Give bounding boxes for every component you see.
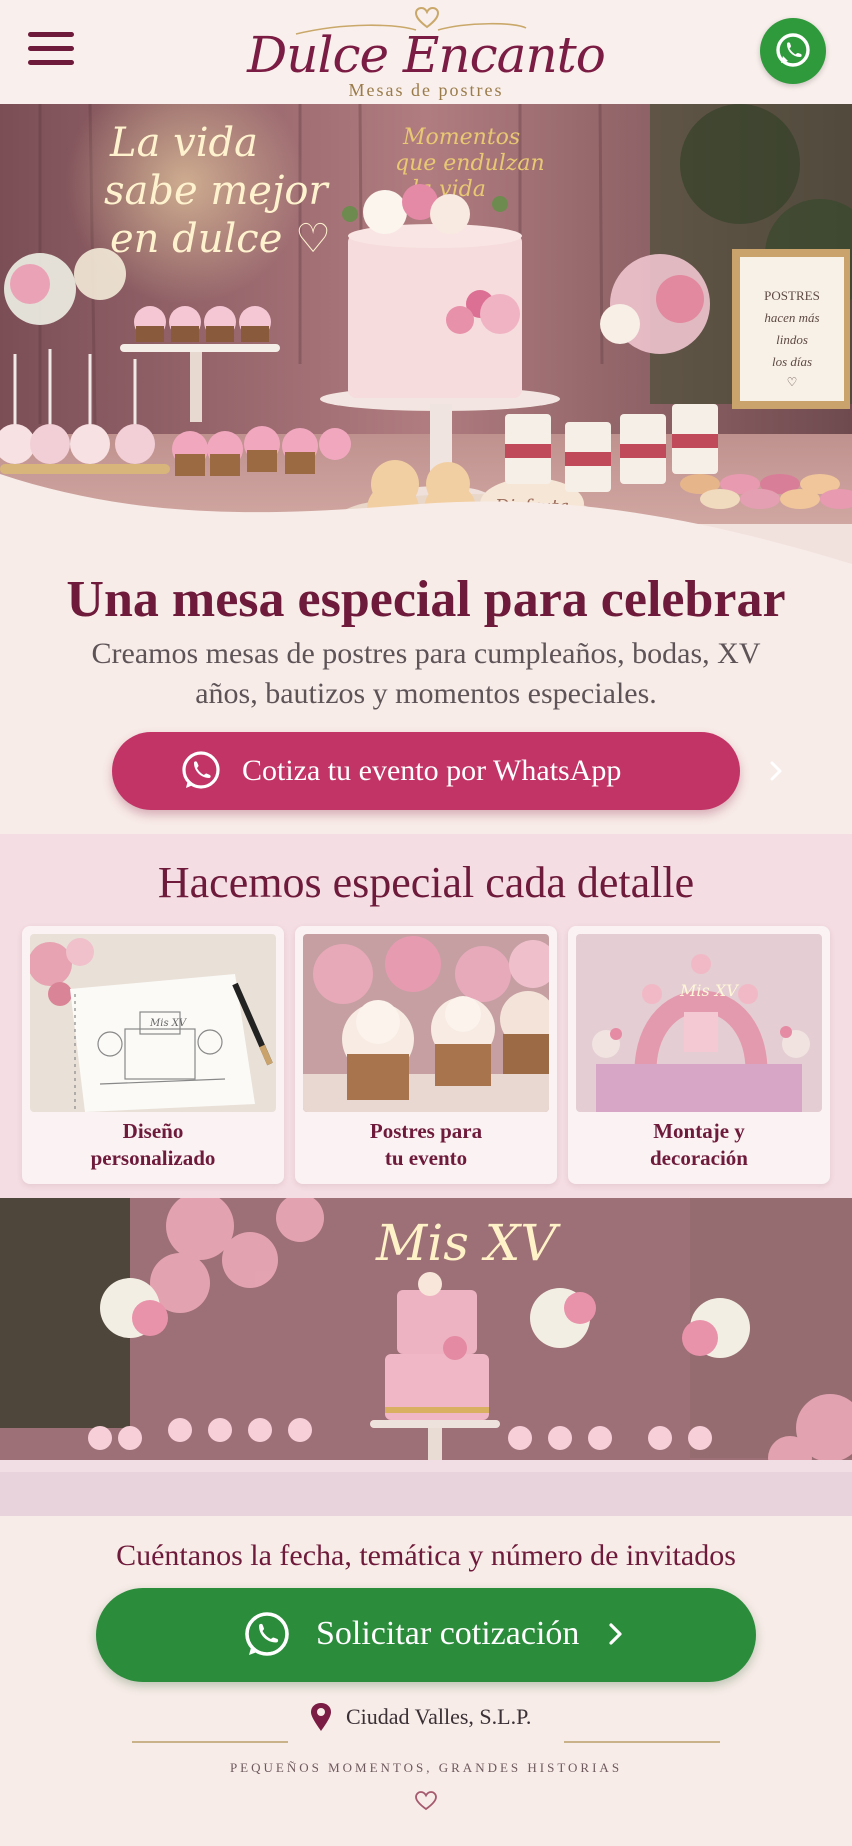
- whatsapp-icon: [245, 1612, 289, 1656]
- feature-card-label-line-2: personalizado: [90, 1146, 216, 1170]
- feature-card-label-line-1: Diseño: [122, 1119, 184, 1143]
- sketch-text: Mis XV: [149, 1018, 188, 1029]
- setup-neon-text: Mis XV: [679, 981, 739, 1000]
- feature-card-design[interactable]: Mis XV Diseño personalizado: [22, 926, 284, 1184]
- features-title: Hacemos especial cada detalle: [157, 858, 695, 907]
- hero-illustration: La vida sabe mejor en dulce ♡ Momentos q…: [0, 104, 852, 566]
- brand-logo[interactable]: Dulce Encanto Mesas de postres: [226, 4, 626, 100]
- feature-card-setup[interactable]: Mis XV Montaje y decoración: [568, 926, 830, 1184]
- event-setup-image: Mis XV: [576, 934, 822, 1112]
- chevron-right-icon: [770, 761, 782, 781]
- frame-line-3: lindos: [776, 332, 808, 347]
- divider-right: [564, 1741, 720, 1743]
- hero-neon-line-2: sabe mejor: [104, 168, 330, 214]
- location-label: Ciudad Valles, S.L.P.: [346, 1704, 532, 1729]
- gallery-neon-text: Mis XV: [375, 1214, 561, 1272]
- feature-card-label-line-1: Montaje y: [653, 1119, 745, 1143]
- whatsapp-quote-label: Cotiza tu evento por WhatsApp: [242, 754, 622, 787]
- divider-left: [132, 1741, 288, 1743]
- feature-card-desserts[interactable]: Postres para tu evento: [295, 926, 557, 1184]
- brand-tagline: Mesas de postres: [348, 80, 504, 100]
- frame-line-1: POSTRES: [764, 288, 820, 303]
- frame-line-2: hacen más: [764, 310, 819, 325]
- footer-tagline: PEQUEÑOS MOMENTOS, GRANDES HISTORIAS: [229, 1760, 623, 1775]
- design-sketch-image: Mis XV: [30, 934, 276, 1112]
- whatsapp-header-button[interactable]: [760, 18, 826, 84]
- map-pin-icon: [311, 1703, 331, 1731]
- feature-card-label: Montaje y decoración: [574, 1118, 824, 1172]
- feature-card-label: Postres para tu evento: [301, 1118, 551, 1172]
- hero-dessert-table-image: La vida sabe mejor en dulce ♡ Momentos q…: [0, 104, 852, 566]
- brand-name: Dulce Encanto: [247, 26, 606, 84]
- feature-card-label: Diseño personalizado: [28, 1118, 278, 1172]
- frame-line-5: ♡: [787, 375, 798, 389]
- hero-topper-line-2: que endulzan: [395, 151, 545, 176]
- whatsapp-icon: [182, 751, 220, 789]
- feature-card-label-line-1: Postres para: [369, 1119, 483, 1143]
- contact-prompt: Cuéntanos la fecha, temática y número de…: [116, 1539, 736, 1572]
- frame-line-4: los días: [772, 354, 812, 369]
- request-quote-button[interactable]: Solicitar cotización: [96, 1588, 756, 1682]
- feature-card-label-line-2: tu evento: [384, 1146, 468, 1170]
- hero-topper-line-1: Momentos: [402, 125, 520, 150]
- location: Ciudad Valles, S.L.P.: [0, 1700, 852, 1736]
- chevron-right-icon: [609, 1623, 622, 1645]
- hero-neon-line-1: La vida: [109, 120, 258, 166]
- intro-subtitle: Creamos mesas de postres para cumpleaños…: [91, 637, 761, 710]
- whatsapp-quote-button[interactable]: Cotiza tu evento por WhatsApp: [112, 732, 782, 810]
- hamburger-menu-icon[interactable]: [28, 28, 76, 68]
- heart-icon: [415, 1791, 437, 1811]
- hero-neon-line-3: en dulce ♡: [110, 216, 331, 262]
- header: Dulce Encanto Mesas de postres: [0, 0, 852, 104]
- xv-dessert-table-image: Mis XV: [0, 1198, 852, 1516]
- intro-title: Una mesa especial para celebrar: [66, 571, 786, 628]
- cupcakes-image: [303, 934, 549, 1112]
- feature-card-label-line-2: decoración: [650, 1146, 748, 1170]
- whatsapp-icon: [776, 33, 810, 67]
- request-quote-label: Solicitar cotización: [316, 1615, 580, 1652]
